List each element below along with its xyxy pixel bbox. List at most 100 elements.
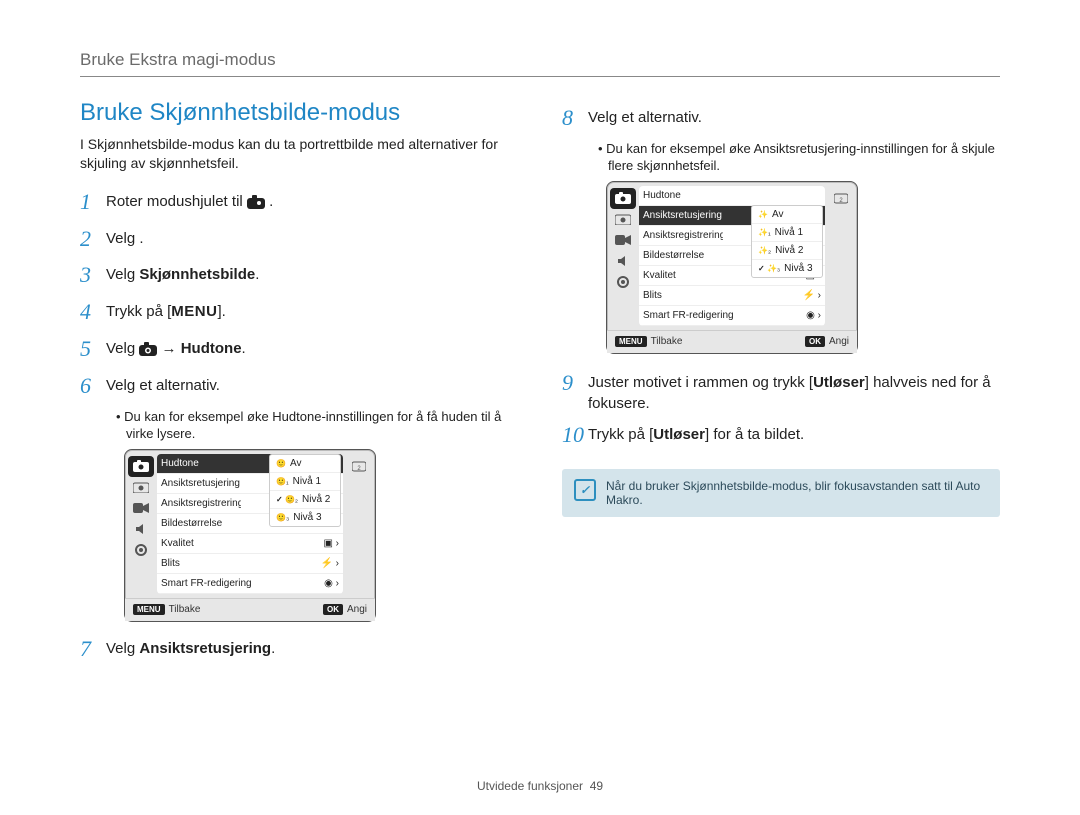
lcd-option: ✨₂Nivå 2 <box>752 242 822 260</box>
step-bold: Utløser <box>813 374 865 391</box>
lcd-tab-camera-icon <box>128 456 154 477</box>
lcd-row-label: Kvalitet <box>643 270 676 281</box>
step-text: . <box>271 640 275 657</box>
lcd-option: ✨Av <box>752 206 822 224</box>
step-text: Velg <box>106 340 139 357</box>
lcd-row-label: Smart FR-redigering <box>161 578 252 589</box>
lcd-tab-camera2-icon <box>607 209 639 230</box>
step-number: 10 <box>562 420 588 451</box>
lcd-row-label: Bildestørrelse <box>643 250 704 261</box>
step-text: Juster motivet i rammen og trykk [ <box>588 374 813 391</box>
lcd-row-label: Smart FR-redigering <box>643 310 734 321</box>
lcd-value-icon: ⚡ › <box>316 558 339 569</box>
step-number: 2 <box>80 224 106 255</box>
left-column: Bruke Skjønnhetsbilde-modus I Skjønnhets… <box>80 99 518 670</box>
lcd-option-label: Nivå 3 <box>784 263 812 274</box>
step-number: 9 <box>562 368 588 399</box>
step-text: Roter modushjulet til <box>106 193 247 210</box>
camera-icon <box>139 342 157 356</box>
step-text: Velg . <box>106 224 518 249</box>
lcd-row: Blits ⚡ › <box>157 554 343 574</box>
lcd-footer: MENU Tilbake OK Angi <box>125 598 375 621</box>
ok-badge: OK <box>805 336 825 347</box>
lcd-tab-sound-icon <box>125 519 157 540</box>
lcd-option-label: Nivå 1 <box>293 476 321 487</box>
lcd-popup: 🙂Av 🙂₁Nivå 1 🙂₂Nivå 2 🙂₃Nivå 3 <box>269 454 341 527</box>
lcd-panel-ansikt: Hudtone Ansiktsretusjering Ansiktsregist… <box>606 181 858 354</box>
step-6: 6 Velg et alternativ. <box>80 371 518 402</box>
step-text: Velg et alternativ. <box>588 103 1000 128</box>
step-9: 9 Juster motivet i rammen og trykk [Utlø… <box>562 368 1000 414</box>
lcd-tab-sound-icon <box>607 251 639 272</box>
step-number: 7 <box>80 634 106 665</box>
step-number: 6 <box>80 371 106 402</box>
page-footer: Utvidede funksjoner 49 <box>0 779 1080 793</box>
lcd-footer: MENU Tilbake OK Angi <box>607 330 857 353</box>
step-3: 3 Velg Skjønnhetsbilde. <box>80 260 518 291</box>
lcd-row: Blits⚡ › <box>639 286 825 306</box>
lcd-value-icon: ◉ › <box>802 310 821 321</box>
menu-badge: MENU <box>615 336 647 347</box>
step-bold: Ansiktsretusjering <box>139 640 271 657</box>
lcd-option: 🙂₃Nivå 3 <box>270 509 340 526</box>
step-text: Velg <box>106 640 139 657</box>
step-8-note: Du kan for eksempel øke Ansiktsretusjeri… <box>582 140 1000 175</box>
section-title: Bruke Skjønnhetsbilde-modus <box>80 99 518 127</box>
lcd-tab-extra-icon: 2 <box>825 188 857 209</box>
lcd-row-label: Hudtone <box>643 190 681 201</box>
step-number: 8 <box>562 103 588 134</box>
lcd-tab-video-icon <box>125 498 157 519</box>
lcd-row: Smart FR-redigering ◉ › <box>639 306 825 326</box>
lcd-back-label: Tilbake <box>651 336 683 347</box>
note-text: Når du bruker Skjønnhetsbilde-modus, bli… <box>606 479 988 507</box>
step-8: 8 Velg et alternativ. <box>562 103 1000 134</box>
lcd-row-label: Ansiktsretusjering <box>161 478 240 489</box>
step-text: . <box>242 340 246 357</box>
intro-text: I Skjønnhetsbilde-modus kan du ta portre… <box>80 135 518 173</box>
lcd-option: 🙂₁Nivå 1 <box>270 473 340 491</box>
step-text: Velg et alternativ. <box>106 371 518 396</box>
step-10: 10 Trykk på [Utløser] for å ta bildet. <box>562 420 1000 451</box>
lcd-tab-extra-icon: 2 <box>343 456 375 477</box>
step-bold: Hudtone <box>181 340 242 357</box>
lcd-row-label: Blits <box>161 558 180 569</box>
step-bold: Skjønnhetsbilde <box>139 266 255 283</box>
step-text: Velg <box>106 266 139 283</box>
lcd-popup: ✨Av ✨₁Nivå 1 ✨₂Nivå 2 ✨₃Nivå 3 <box>751 205 823 278</box>
right-column: 8 Velg et alternativ. Du kan for eksempe… <box>562 99 1000 670</box>
mode-dial-icon <box>247 195 265 209</box>
lcd-row-label: Kvalitet <box>161 538 194 549</box>
step-arrow: → <box>162 340 181 357</box>
lcd-row: Kvalitet ▣ › <box>157 534 343 554</box>
step-6-note: Du kan for eksempel øke Hudtone-innstill… <box>100 408 518 443</box>
step-7: 7 Velg Ansiktsretusjering. <box>80 634 518 665</box>
lcd-tab-camera2-icon <box>125 477 157 498</box>
lcd-option-label: Nivå 1 <box>775 227 803 238</box>
lcd-value-icon: ▣ › <box>319 538 339 549</box>
step-text: ]. <box>217 303 225 320</box>
ok-badge: OK <box>323 604 343 615</box>
lcd-row: Hudtone <box>639 186 825 206</box>
menu-label: MENU <box>171 303 217 320</box>
lcd-option: ✨₃Nivå 3 <box>752 260 822 277</box>
info-icon: ✓ <box>574 479 596 501</box>
lcd-option-label: Av <box>772 209 784 220</box>
info-note: ✓ Når du bruker Skjønnhetsbilde-modus, b… <box>562 469 1000 517</box>
lcd-value-icon: ⚡ › <box>798 290 821 301</box>
footer-page: 49 <box>590 779 603 793</box>
lcd-tab-video-icon <box>607 230 639 251</box>
lcd-row-label: Hudtone <box>161 458 199 469</box>
step-number: 5 <box>80 334 106 365</box>
breadcrumb: Bruke Ekstra magi-modus <box>80 50 1000 77</box>
step-5: 5 Velg → Hudtone. <box>80 334 518 365</box>
step-bold: Utløser <box>653 426 705 443</box>
lcd-row-label: Ansiktsregistrering <box>161 498 241 509</box>
lcd-option-label: Nivå 3 <box>293 512 321 523</box>
step-text: Trykk på [ <box>106 303 171 320</box>
lcd-panel-hudtone: Hudtone Ansiktsretusjering Ansiktsregist… <box>124 449 376 622</box>
lcd-value-icon: ◉ › <box>320 578 339 589</box>
lcd-tab-gear-icon <box>607 272 639 293</box>
lcd-row-label: Bildestørrelse <box>161 518 222 529</box>
step-number: 1 <box>80 187 106 218</box>
step-text: . <box>255 266 259 283</box>
